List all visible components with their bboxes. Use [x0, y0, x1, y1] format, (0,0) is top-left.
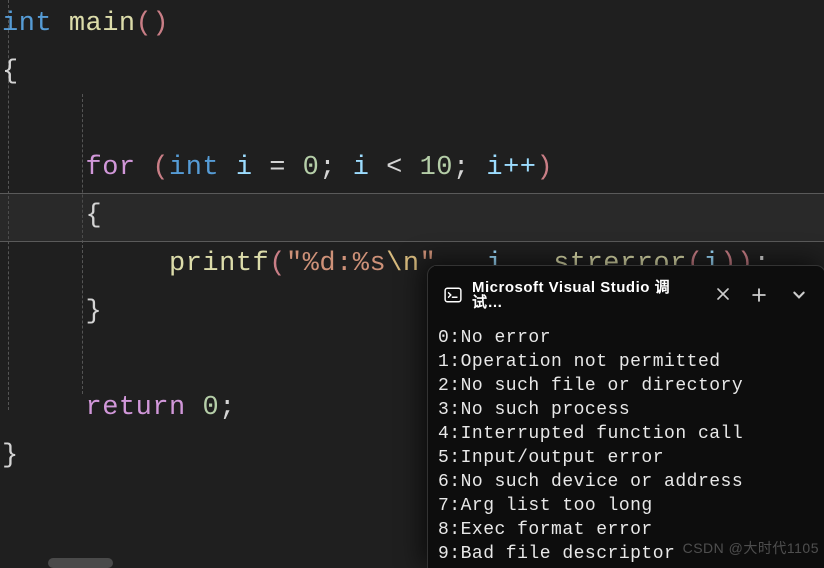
output-line: 5:Input/output error: [438, 448, 664, 468]
output-line: 1:Operation not permitted: [438, 352, 721, 372]
var-i: i: [353, 153, 370, 183]
fmt-d: %d: [303, 249, 336, 279]
semi: ;: [319, 153, 336, 183]
string-quote: ": [286, 249, 303, 279]
output-line: 7:Arg list too long: [438, 496, 653, 516]
paren-open: (: [152, 153, 169, 183]
op-eq: =: [269, 153, 286, 183]
keyword-int: int: [2, 9, 52, 39]
brace-close: }: [86, 297, 103, 327]
horizontal-scrollbar[interactable]: [48, 558, 113, 568]
output-line: 9:Bad file descriptor: [438, 544, 675, 564]
var-inc: i++: [486, 153, 536, 183]
type-int: int: [169, 153, 219, 183]
terminal-header: Microsoft Visual Studio 调试…: [428, 266, 824, 324]
brace-close: }: [2, 441, 19, 471]
fmt-s: %s: [353, 249, 386, 279]
op-lt: <: [386, 153, 403, 183]
code-editor[interactable]: int main() { for (int i = 0; i < 10; i++…: [0, 0, 824, 568]
close-icon[interactable]: [717, 288, 729, 303]
terminal-title: Microsoft Visual Studio 调试…: [472, 280, 701, 310]
terminal-icon: [444, 286, 462, 304]
paren-close: ): [537, 153, 554, 183]
new-tab-button[interactable]: [739, 275, 779, 315]
terminal-output[interactable]: 0:No error 1:Operation not permitted 2:N…: [428, 324, 824, 568]
parens: (): [136, 9, 169, 39]
keyword-return: return: [86, 393, 186, 423]
terminal-tab[interactable]: Microsoft Visual Studio 调试…: [434, 266, 739, 324]
output-line: 2:No such file or directory: [438, 376, 743, 396]
terminal-panel: Microsoft Visual Studio 调试… 0:No error: [427, 265, 824, 568]
chevron-down-icon[interactable]: [779, 275, 819, 315]
escape-n: \n: [386, 249, 419, 279]
brace-open: {: [86, 201, 103, 231]
var-i: i: [236, 153, 253, 183]
colon: :: [336, 249, 353, 279]
paren-open: (: [269, 249, 286, 279]
num-0: 0: [303, 153, 320, 183]
num-0: 0: [202, 393, 219, 423]
semi: ;: [219, 393, 236, 423]
output-line: 0:No error: [438, 328, 551, 348]
semi: ;: [453, 153, 470, 183]
num-10: 10: [420, 153, 453, 183]
brace-open: {: [2, 57, 19, 87]
output-line: 4:Interrupted function call: [438, 424, 743, 444]
output-line: 6:No such device or address: [438, 472, 743, 492]
output-line: 3:No such process: [438, 400, 630, 420]
keyword-for: for: [86, 153, 136, 183]
function-main: main: [69, 9, 136, 39]
call-printf: printf: [169, 249, 269, 279]
watermark-text: CSDN @大时代1105: [683, 541, 819, 555]
output-line: 8:Exec format error: [438, 520, 653, 540]
